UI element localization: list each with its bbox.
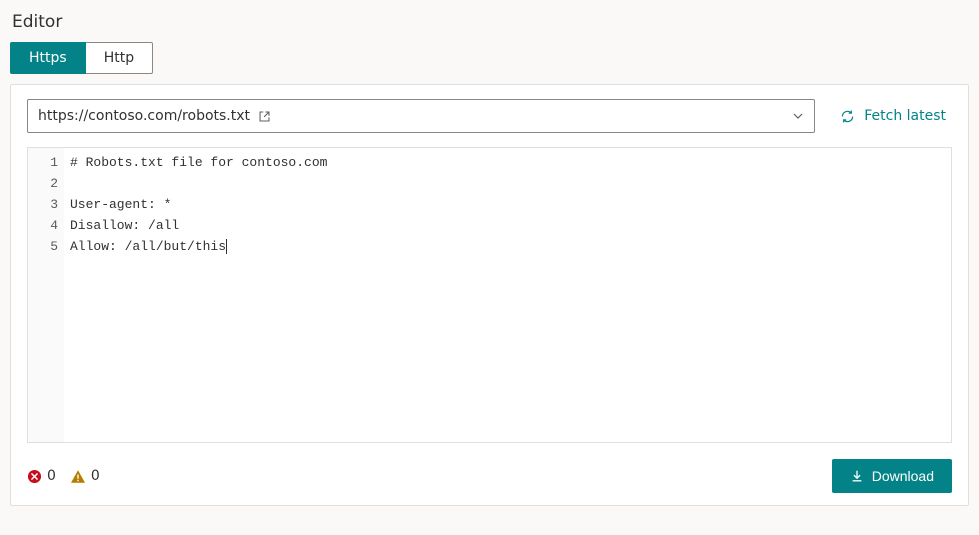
line-number: 1 [28,152,58,173]
code-line[interactable]: # Robots.txt file for contoso.com [70,152,945,173]
download-button[interactable]: Download [832,459,952,493]
editor-content[interactable]: # Robots.txt file for contoso.com User-ag… [64,148,951,442]
chevron-down-icon [792,110,804,122]
editor-card: https://contoso.com/robots.txt [10,84,969,506]
line-number: 5 [28,236,58,257]
line-number: 3 [28,194,58,215]
tab-https[interactable]: Https [10,42,86,74]
line-number: 4 [28,215,58,236]
fetch-latest-button[interactable]: Fetch latest [833,99,952,133]
status-errors-count: 0 [47,468,56,484]
text-cursor [226,239,227,254]
download-icon [850,469,864,483]
status-group: 0 0 [27,468,100,484]
protocol-tab-bar: Https Http [10,42,969,74]
fetch-latest-label: Fetch latest [864,108,946,124]
warning-icon [70,469,86,484]
status-warnings-count: 0 [91,468,100,484]
url-value: https://contoso.com/robots.txt [38,108,250,124]
status-errors[interactable]: 0 [27,468,56,484]
code-line[interactable] [70,173,945,194]
download-label: Download [872,468,934,484]
code-line[interactable]: User-agent: * [70,194,945,215]
tab-http[interactable]: Http [86,42,153,74]
line-number: 2 [28,173,58,194]
code-line[interactable]: Disallow: /all [70,215,945,236]
open-external-icon[interactable] [258,110,271,123]
page-title: Editor [10,8,969,42]
code-editor[interactable]: 12345 # Robots.txt file for contoso.com U… [27,147,952,443]
status-warnings[interactable]: 0 [70,468,100,484]
url-dropdown[interactable]: https://contoso.com/robots.txt [27,99,815,133]
code-line[interactable]: Allow: /all/but/this [70,236,945,257]
editor-gutter: 12345 [28,148,64,442]
editor-footer: 0 0 [27,459,952,493]
url-row: https://contoso.com/robots.txt [27,99,952,133]
error-icon [27,469,42,484]
refresh-icon [839,108,856,125]
